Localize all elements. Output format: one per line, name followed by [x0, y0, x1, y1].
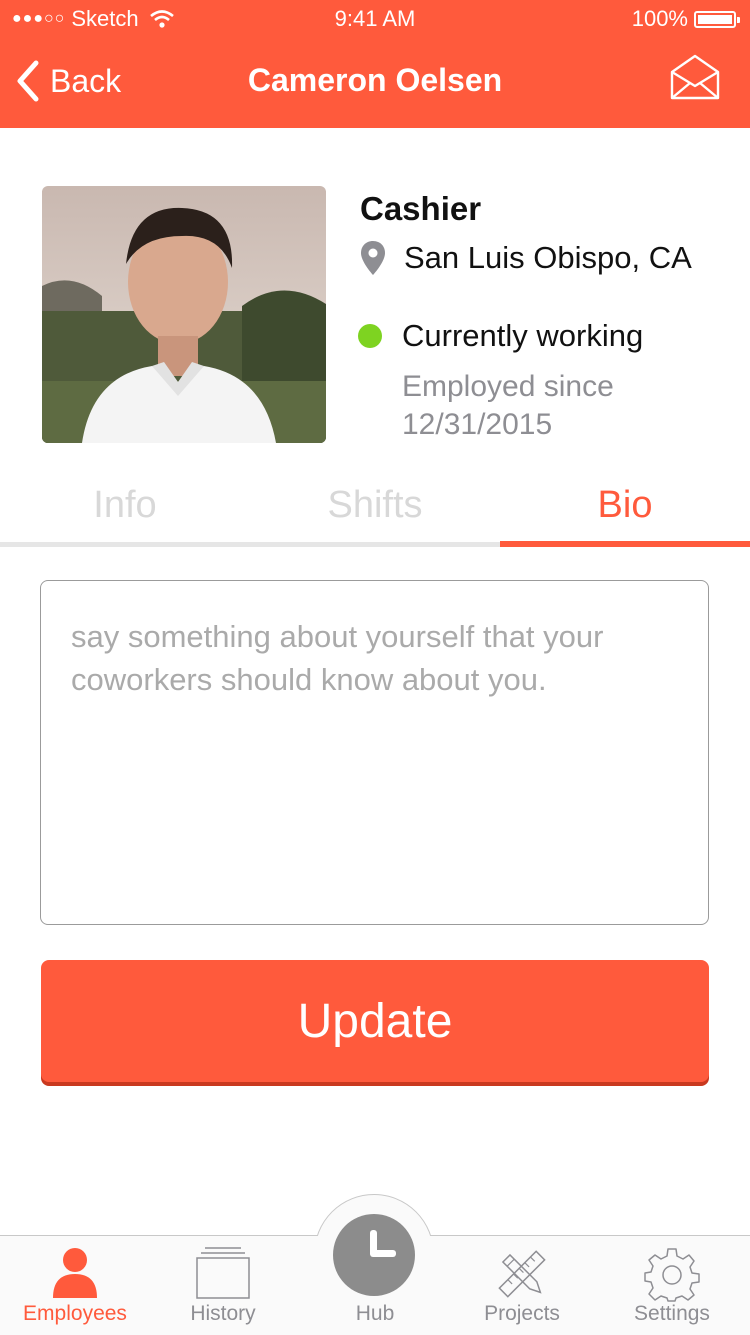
update-button[interactable]: Update — [41, 960, 709, 1082]
pencil-ruler-icon — [498, 1250, 546, 1298]
page-title: Cameron Oelsen — [247, 62, 503, 98]
status-battery: 100% — [631, 6, 740, 32]
location: San Luis Obispo, CA — [360, 240, 692, 276]
nav-bar: ●●●○○ Sketch 9:41 AM 100% Back Cameron O… — [0, 0, 750, 128]
message-button[interactable] — [670, 54, 720, 105]
tab-bio[interactable]: Bio — [500, 484, 750, 527]
tab-projects-label: Projects — [484, 1302, 560, 1325]
tab-settings-label: Settings — [634, 1302, 710, 1325]
tab-history-label: History — [190, 1302, 256, 1325]
profile-photo — [42, 186, 326, 443]
status-dot-icon — [358, 324, 382, 348]
tab-hub[interactable] — [333, 1214, 415, 1296]
history-icon — [196, 1247, 250, 1299]
tab-hub-label: Hub — [355, 1302, 395, 1325]
tab-shifts[interactable]: Shifts — [250, 484, 500, 527]
gear-icon — [644, 1248, 700, 1302]
envelope-icon — [670, 54, 720, 100]
work-status: Currently working — [358, 318, 643, 354]
location-label: San Luis Obispo, CA — [404, 240, 692, 275]
location-pin-icon — [361, 241, 385, 275]
battery-label: 100% — [631, 6, 688, 31]
tab-employees-label: Employees — [23, 1302, 127, 1325]
tab-active-indicator — [500, 541, 750, 547]
segment-tabs: Info Shifts Bio — [0, 478, 750, 548]
bio-input[interactable] — [40, 580, 709, 925]
clock-icon — [370, 1230, 396, 1257]
person-icon — [53, 1248, 97, 1298]
work-status-label: Currently working — [402, 318, 644, 353]
battery-icon — [694, 10, 740, 28]
employed-since: Employed since 12/31/2015 — [402, 370, 614, 441]
job-title: Cashier — [360, 190, 482, 227]
tab-info[interactable]: Info — [0, 484, 250, 527]
